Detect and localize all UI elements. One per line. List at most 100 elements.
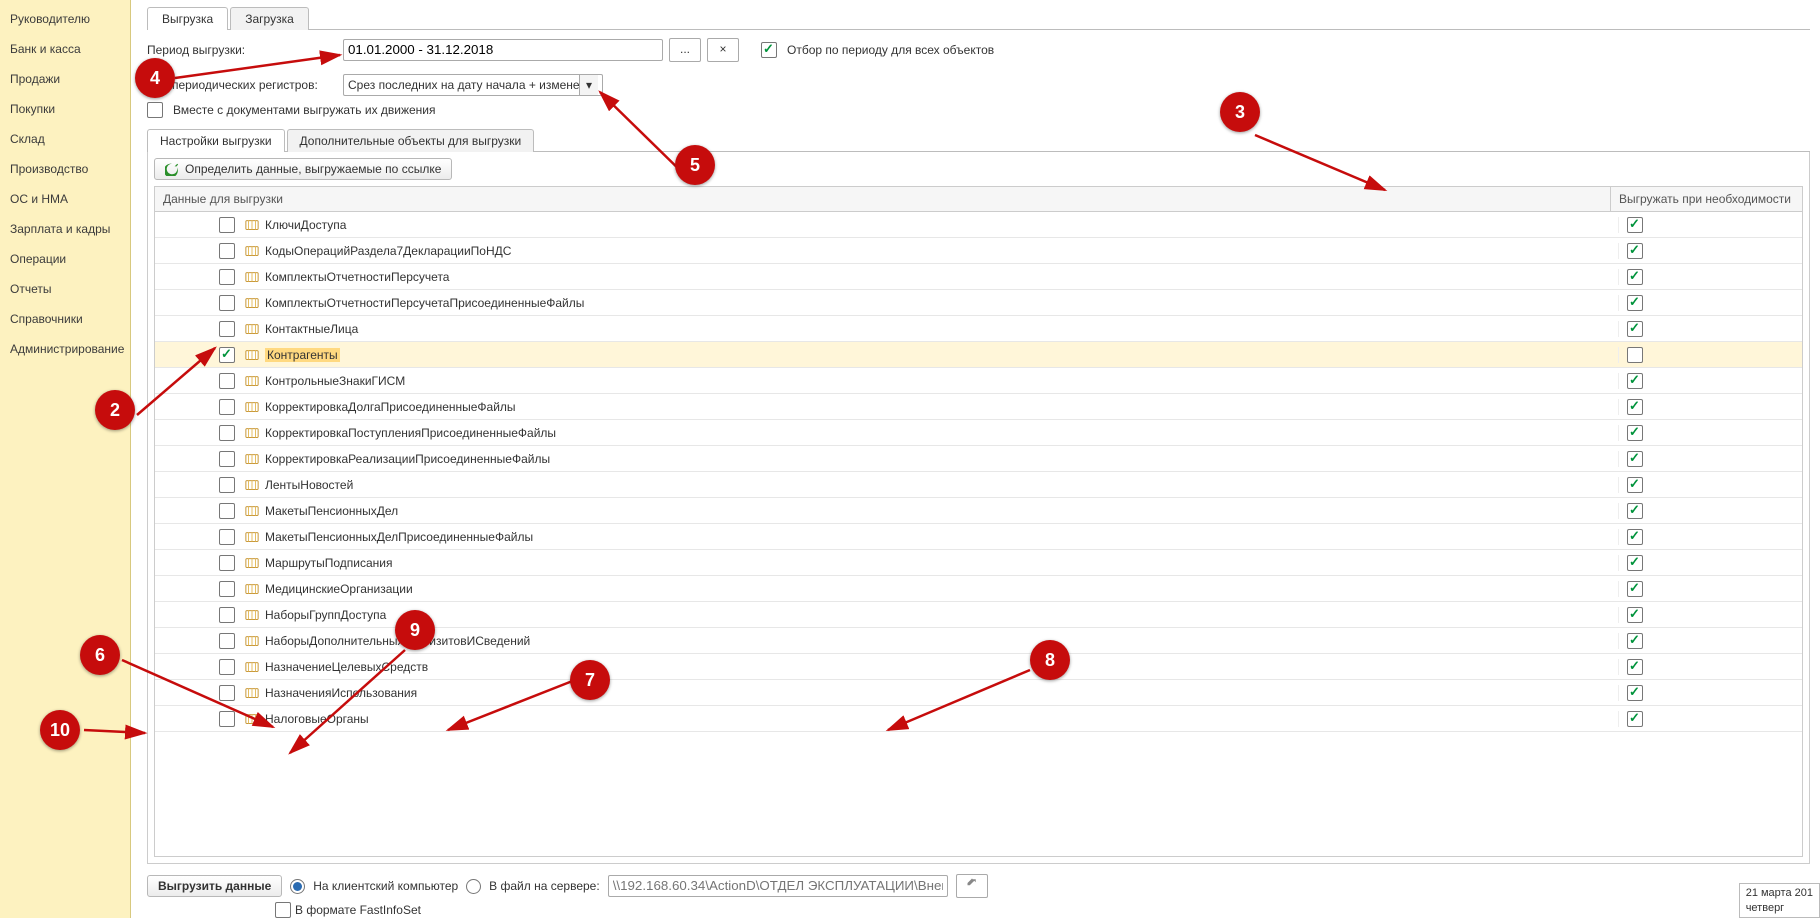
table-row[interactable]: КорректировкаРеализацииПрисоединенныеФай… (155, 446, 1802, 472)
tab-export[interactable]: Выгрузка (147, 7, 228, 30)
row-select-checkbox[interactable] (219, 243, 235, 259)
nav-item[interactable]: Склад (0, 124, 130, 154)
export-data-button[interactable]: Выгрузить данные (147, 875, 282, 897)
catalog-icon (241, 556, 263, 570)
row-select-checkbox[interactable] (219, 607, 235, 623)
nav-item[interactable]: ОС и НМА (0, 184, 130, 214)
table-row[interactable]: КорректировкаПоступленияПрисоединенныеФа… (155, 420, 1802, 446)
nav-item[interactable]: Отчеты (0, 274, 130, 304)
row-select-checkbox[interactable] (219, 633, 235, 649)
fastinfoset-checkbox[interactable] (275, 902, 291, 918)
radio-to-server[interactable] (466, 879, 481, 894)
server-path-browse-button[interactable] (956, 874, 988, 898)
row-select-checkbox[interactable] (219, 373, 235, 389)
period-select-button[interactable]: ... (669, 38, 701, 62)
row-select-checkbox[interactable] (219, 555, 235, 571)
row-necessity-checkbox[interactable] (1627, 529, 1643, 545)
row-name: МакетыПенсионныхДелПрисоединенныеФайлы (265, 530, 533, 544)
inner-tabs: Настройки выгрузки Дополнительные объект… (147, 128, 1810, 152)
nav-item[interactable]: Банк и касса (0, 34, 130, 64)
table-row[interactable]: КонтактныеЛица (155, 316, 1802, 342)
table-row[interactable]: КодыОперацийРаздела7ДекларацииПоНДС (155, 238, 1802, 264)
row-necessity-checkbox[interactable] (1627, 659, 1643, 675)
row-select-checkbox[interactable] (219, 685, 235, 701)
nav-item[interactable]: Руководителю (0, 4, 130, 34)
periodic-registers-dropdown[interactable]: Срез последних на дату начала + изменени… (343, 74, 603, 96)
row-necessity-checkbox[interactable] (1627, 581, 1643, 597)
row-necessity-checkbox[interactable] (1627, 269, 1643, 285)
nav-item[interactable]: Производство (0, 154, 130, 184)
column-header-necessity[interactable]: Выгружать при необходимости (1610, 187, 1802, 211)
row-select-checkbox[interactable] (219, 399, 235, 415)
filter-all-checkbox[interactable] (761, 42, 777, 58)
table-row[interactable]: КомплектыОтчетностиПерсучетаПрисоединенн… (155, 290, 1802, 316)
row-necessity-checkbox[interactable] (1627, 217, 1643, 233)
nav-item[interactable]: Продажи (0, 64, 130, 94)
row-select-checkbox[interactable] (219, 321, 235, 337)
row-select-checkbox[interactable] (219, 711, 235, 727)
row-necessity-checkbox[interactable] (1627, 451, 1643, 467)
row-necessity-checkbox[interactable] (1627, 399, 1643, 415)
nav-item[interactable]: Зарплата и кадры (0, 214, 130, 244)
row-select-checkbox[interactable] (219, 659, 235, 675)
table-row[interactable]: ЛентыНовостей (155, 472, 1802, 498)
annotation-marker-5: 5 (675, 145, 715, 185)
row-select-checkbox[interactable] (219, 217, 235, 233)
nav-item[interactable]: Администрирование (0, 334, 130, 364)
table-row[interactable]: НазначениеЦелевыхСредств (155, 654, 1802, 680)
row-necessity-checkbox[interactable] (1627, 295, 1643, 311)
row-name: КорректировкаПоступленияПрисоединенныеФа… (265, 426, 556, 440)
table-row[interactable]: КлючиДоступа (155, 212, 1802, 238)
row-select-checkbox[interactable] (219, 295, 235, 311)
chevron-down-icon[interactable]: ▾ (579, 75, 598, 95)
row-select-checkbox[interactable] (219, 425, 235, 441)
table-row[interactable]: КомплектыОтчетностиПерсучета (155, 264, 1802, 290)
tab-export-settings[interactable]: Настройки выгрузки (147, 129, 285, 152)
row-select-checkbox[interactable] (219, 347, 235, 363)
row-select-checkbox[interactable] (219, 269, 235, 285)
period-clear-button[interactable]: × (707, 38, 739, 62)
fastinfoset-label: В формате FastInfoSet (295, 903, 421, 917)
radio-to-client[interactable] (290, 879, 305, 894)
with-docs-checkbox[interactable] (147, 102, 163, 118)
row-necessity-checkbox[interactable] (1627, 633, 1643, 649)
table-row[interactable]: МаршрутыПодписания (155, 550, 1802, 576)
row-name: НаборыГруппДоступа (265, 608, 386, 622)
row-necessity-checkbox[interactable] (1627, 425, 1643, 441)
row-name: КонтрольныеЗнакиГИСМ (265, 374, 405, 388)
row-necessity-checkbox[interactable] (1627, 373, 1643, 389)
table-row[interactable]: НазначенияИспользования (155, 680, 1802, 706)
tab-extra-objects[interactable]: Дополнительные объекты для выгрузки (287, 129, 535, 152)
period-input[interactable] (343, 39, 663, 61)
radio-to-client-label: На клиентский компьютер (313, 879, 458, 893)
table-row[interactable]: МакетыПенсионныхДелПрисоединенныеФайлы (155, 524, 1802, 550)
row-select-checkbox[interactable] (219, 451, 235, 467)
table-row[interactable]: НалоговыеОрганы (155, 706, 1802, 732)
table-row[interactable]: МедицинскиеОрганизации (155, 576, 1802, 602)
nav-item[interactable]: Операции (0, 244, 130, 274)
row-select-checkbox[interactable] (219, 581, 235, 597)
row-necessity-checkbox[interactable] (1627, 607, 1643, 623)
tab-import[interactable]: Загрузка (230, 7, 309, 30)
nav-item[interactable]: Справочники (0, 304, 130, 334)
table-row[interactable]: КорректировкаДолгаПрисоединенныеФайлы (155, 394, 1802, 420)
row-necessity-checkbox[interactable] (1627, 503, 1643, 519)
row-necessity-checkbox[interactable] (1627, 347, 1643, 363)
row-select-checkbox[interactable] (219, 477, 235, 493)
table-row[interactable]: КонтрольныеЗнакиГИСМ (155, 368, 1802, 394)
nav-item[interactable]: Покупки (0, 94, 130, 124)
row-necessity-checkbox[interactable] (1627, 711, 1643, 727)
row-select-checkbox[interactable] (219, 503, 235, 519)
server-path-input[interactable] (608, 875, 948, 897)
table-row[interactable]: МакетыПенсионныхДел (155, 498, 1802, 524)
catalog-icon (241, 322, 263, 336)
column-header-data[interactable]: Данные для выгрузки (155, 187, 1610, 211)
row-necessity-checkbox[interactable] (1627, 685, 1643, 701)
table-row[interactable]: Контрагенты (155, 342, 1802, 368)
row-necessity-checkbox[interactable] (1627, 243, 1643, 259)
row-necessity-checkbox[interactable] (1627, 321, 1643, 337)
row-necessity-checkbox[interactable] (1627, 555, 1643, 571)
row-necessity-checkbox[interactable] (1627, 477, 1643, 493)
row-select-checkbox[interactable] (219, 529, 235, 545)
define-linked-data-button[interactable]: Определить данные, выгружаемые по ссылке (154, 158, 452, 180)
